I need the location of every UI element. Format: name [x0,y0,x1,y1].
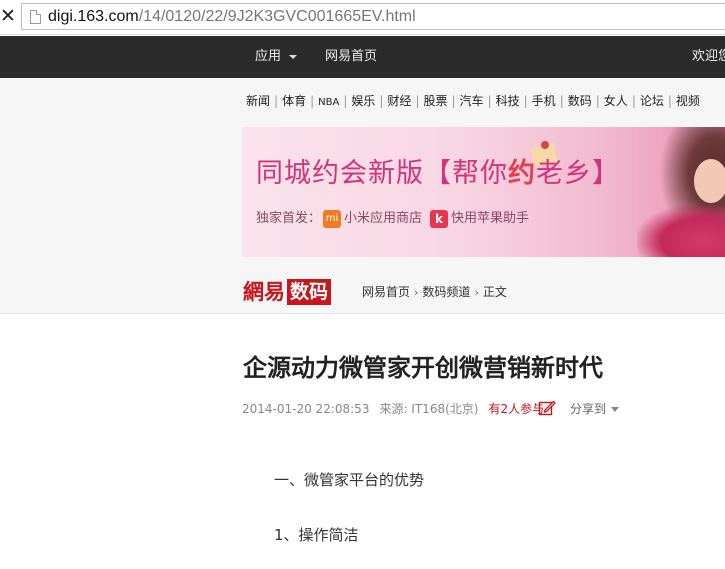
chevron-down-icon [611,407,620,412]
channel-separator: | [595,94,600,108]
channel-nav: 新闻 | 体育 | NBA | 娱乐 | 财经 | 股票 | 汽车 | 科技 | 手机 | 数码 | 女人 | 论坛 | 视频 [246,93,700,109]
url-text: digi.163.com/14/0120/22/9J2K3GVC001665EV… [48,7,416,27]
welcome-link[interactable]: 欢迎您 [692,36,725,78]
article-paragraph: 1、操作简洁 [274,526,359,544]
banner-ad[interactable]: 同城约会新版【帮你约老乡】 独家首发： mi 小米应用商店 k 快用苹果助手 [242,127,725,257]
xiaomi-store-icon: mi [323,209,342,228]
share-label: 分享到 [570,402,607,416]
breadcrumb-home[interactable]: 网易首页 [362,285,410,299]
article-paragraph: 一、微管家平台的优势 [274,471,425,489]
channel-digi[interactable]: 数码 [568,94,592,108]
channel-auto[interactable]: 汽车 [460,94,484,108]
apps-menu[interactable]: 应用 [255,36,298,78]
channel-separator: | [415,94,420,108]
url-path: /14/0120/22/9J2K3GVC001665EV.html [138,8,416,25]
banner-headline-part2: 老乡】 [536,158,620,189]
banner-headline-highlight: 约 [508,158,536,189]
channel-bbs[interactable]: 论坛 [640,94,664,108]
chevron-right-icon: › [474,286,479,299]
channel-separator: | [559,94,564,108]
apps-menu-label: 应用 [255,49,282,64]
channel-stock[interactable]: 股票 [423,94,447,108]
channel-sports[interactable]: 体育 [282,94,306,108]
url-host: digi.163.com [48,8,139,25]
breadcrumb-channel[interactable]: 数码频道 [422,285,470,299]
top-navigation: 应用 网易首页 欢迎您 [0,36,725,78]
channel-lady[interactable]: 女人 [604,94,628,108]
article-source: 来源: IT168(北京) [379,402,479,416]
url-input[interactable]: digi.163.com/14/0120/22/9J2K3GVC001665EV… [21,3,725,30]
logo-netease: 網易 [243,279,285,304]
browser-address-bar: ✕ digi.163.com/14/0120/22/9J2K3GVC001665… [0,0,725,35]
channel-tech[interactable]: 科技 [496,94,520,108]
banner-sub-prefix: 独家首发： [256,211,322,226]
channel-separator: | [310,94,315,108]
banner-subline: 独家首发： mi 小米应用商店 k 快用苹果助手 [256,209,529,229]
breadcrumb-current: 正文 [482,285,507,299]
channel-separator: | [523,94,528,108]
article-date: 2014-01-20 22:08:53 [242,402,370,416]
pushpin-icon [541,141,549,149]
close-icon[interactable]: ✕ [0,6,16,26]
share-menu[interactable]: 分享到 [570,401,620,417]
kuaiyong-icon: k [430,209,449,228]
channel-ent[interactable]: 娱乐 [351,94,375,108]
comment-count-link[interactable]: 有2人参与 [488,402,544,416]
channel-money[interactable]: 财经 [387,94,411,108]
logo-digi: 数码 [287,279,332,305]
channel-separator: | [379,94,384,108]
netease-home-link[interactable]: 网易首页 [325,36,377,78]
breadcrumb: 网易首页 › 数码频道 › 正文 [362,284,507,301]
banner-mi-store: 小米应用商店 [344,211,423,226]
edit-icon[interactable] [538,399,556,417]
channel-news[interactable]: 新闻 [246,94,270,108]
banner-photo-face [694,159,725,203]
article-title: 企源动力微管家开创微营销新时代 [243,354,603,382]
channel-separator: | [343,94,348,108]
chevron-down-icon [289,54,298,59]
article-meta: 2014-01-20 22:08:53 来源: IT168(北京) 有2人参与 [242,401,544,417]
channel-separator: | [631,94,636,108]
channel-nba[interactable]: NBA [318,97,339,108]
channel-separator: | [487,94,492,108]
channel-video[interactable]: 视频 [676,94,700,108]
channel-separator: | [274,94,279,108]
page-icon [30,10,41,24]
banner-k-helper: 快用苹果助手 [451,211,530,226]
netease-digi-logo[interactable]: 網易 数码 [243,279,332,305]
channel-separator: | [451,94,456,108]
channel-separator: | [667,94,672,108]
banner-photo-dress [637,205,725,257]
banner-headline: 同城约会新版【帮你约老乡】 [256,157,620,191]
banner-headline-part1: 同城约会新版【帮你 [256,158,508,189]
channel-mobile[interactable]: 手机 [532,94,556,108]
chevron-right-icon: › [414,286,419,299]
